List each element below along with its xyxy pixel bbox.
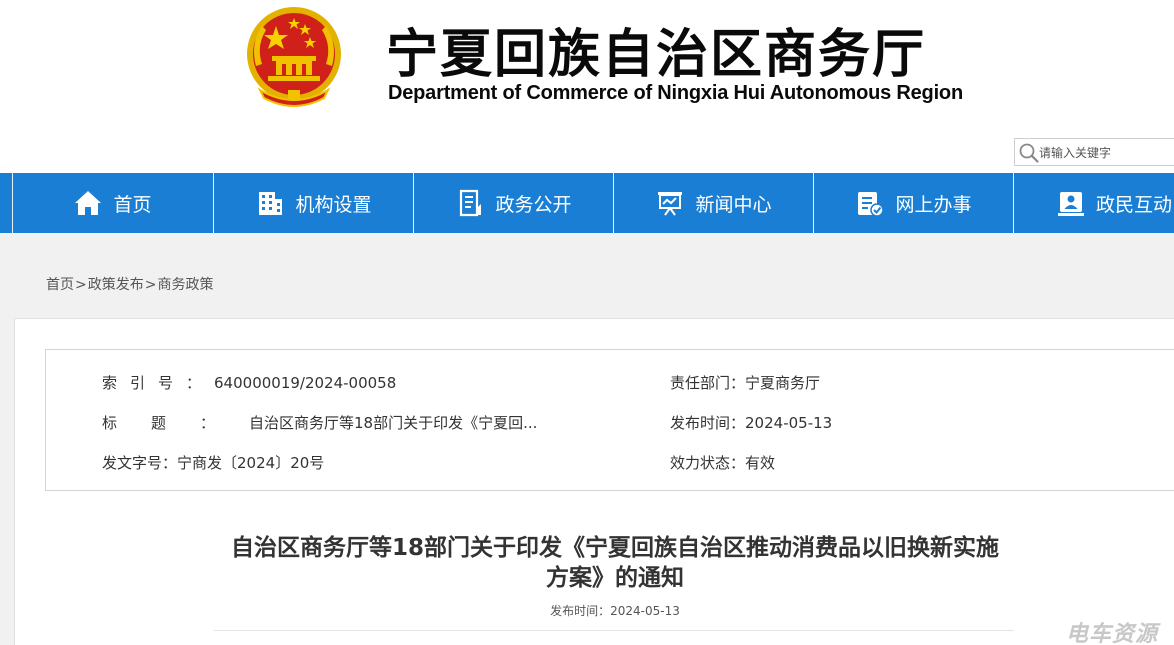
meta-dept-label: 责任部门： (670, 374, 746, 392)
site-title-cn: 宁夏回族自治区商务厅 (386, 25, 927, 85)
meta-index-label: 索引号： (102, 374, 215, 392)
meta-publish-value: 2024-05-13 (745, 414, 833, 432)
presentation-icon (658, 192, 683, 216)
nav-item-label: 政务公开 (495, 193, 572, 216)
document-meta-box: 索引号：640000019/2024-00058 责任部门：宁夏商务厅 标题：自… (45, 349, 1174, 491)
nav-item-organization[interactable]: 机构设置 (214, 173, 413, 233)
meta-title: 标题：自治区商务厅等18部门关于印发《宁夏回... (102, 412, 537, 433)
form-edit-icon (858, 192, 885, 217)
nav-item-government-affairs[interactable]: 政务公开 (414, 173, 613, 233)
meta-index: 索引号：640000019/2024-00058 (102, 372, 396, 393)
nav-item-label: 网上办事 (895, 193, 972, 216)
nav-item-label: 新闻中心 (695, 193, 772, 216)
nav-item-label: 政民互动 (1095, 193, 1172, 216)
meta-title-value: 自治区商务厅等18部门关于印发《宁夏回... (249, 414, 538, 432)
meta-doc-no: 发文字号：宁商发〔2024〕20号 (102, 452, 324, 473)
meta-status-label: 效力状态： (670, 454, 746, 472)
building-icon (259, 192, 283, 215)
document-icon (460, 189, 482, 217)
national-emblem-icon (247, 7, 341, 107)
breadcrumb-home[interactable]: 首页 (46, 277, 74, 293)
article-title: 自治区商务厅等18部门关于印发《宁夏回族自治区推动消费品以旧换新实施 方案》的通… (200, 533, 1030, 593)
nav-item-label: 首页 (113, 193, 152, 216)
meta-publish-label: 发布时间： (670, 414, 746, 432)
search-input[interactable] (1039, 142, 1174, 163)
nav-item-online-services[interactable]: 网上办事 (814, 173, 1013, 233)
article-title-line-1: 自治区商务厅等18部门关于印发《宁夏回族自治区推动消费品以旧换新实施 (230, 535, 999, 561)
search-box (1014, 138, 1174, 166)
meta-status-value: 有效 (745, 454, 776, 472)
site-header: 宁夏回族自治区商务厅 Department of Commerce of Nin… (0, 0, 1174, 172)
article-date: 发布时间：2024-05-13 (550, 604, 680, 618)
meta-doc-no-value: 宁商发〔2024〕20号 (177, 454, 325, 472)
meta-dept-value: 宁夏商务厅 (745, 374, 821, 392)
people-icon (1057, 192, 1084, 216)
meta-title-label: 标题： (102, 414, 250, 432)
home-icon (75, 191, 102, 215)
nav-item-news[interactable]: 新闻中心 (614, 173, 813, 233)
breadcrumb-policy-release[interactable]: 政策发布 (88, 277, 144, 293)
breadcrumb-commerce-policy[interactable]: 商务政策 (157, 277, 213, 293)
article-title-line-2: 方案》的通知 (546, 565, 684, 591)
meta-status: 效力状态：有效 (670, 452, 775, 473)
site-title-en: Department of Commerce of Ningxia Hui Au… (388, 82, 963, 104)
meta-publish: 发布时间：2024-05-13 (670, 412, 832, 433)
meta-index-value: 640000019/2024-00058 (214, 374, 397, 392)
breadcrumb: 首页>政策发布>商务政策 (46, 274, 213, 294)
meta-dept: 责任部门：宁夏商务厅 (670, 372, 820, 393)
breadcrumb-separator: > (75, 277, 87, 293)
nav-item-interaction[interactable]: 政民互动 (1014, 173, 1174, 233)
search-icon[interactable] (1018, 142, 1040, 164)
meta-doc-no-label: 发文字号： (102, 454, 178, 472)
main-nav: 首页 机构设置 政务公开 新闻中心 网上办事 政民互动 (0, 173, 1174, 233)
nav-item-label: 机构设置 (295, 193, 372, 216)
article-divider (214, 630, 1014, 631)
watermark-text: 电车资源 (1066, 622, 1159, 645)
breadcrumb-separator: > (144, 277, 157, 293)
nav-item-home[interactable]: 首页 (13, 173, 212, 233)
